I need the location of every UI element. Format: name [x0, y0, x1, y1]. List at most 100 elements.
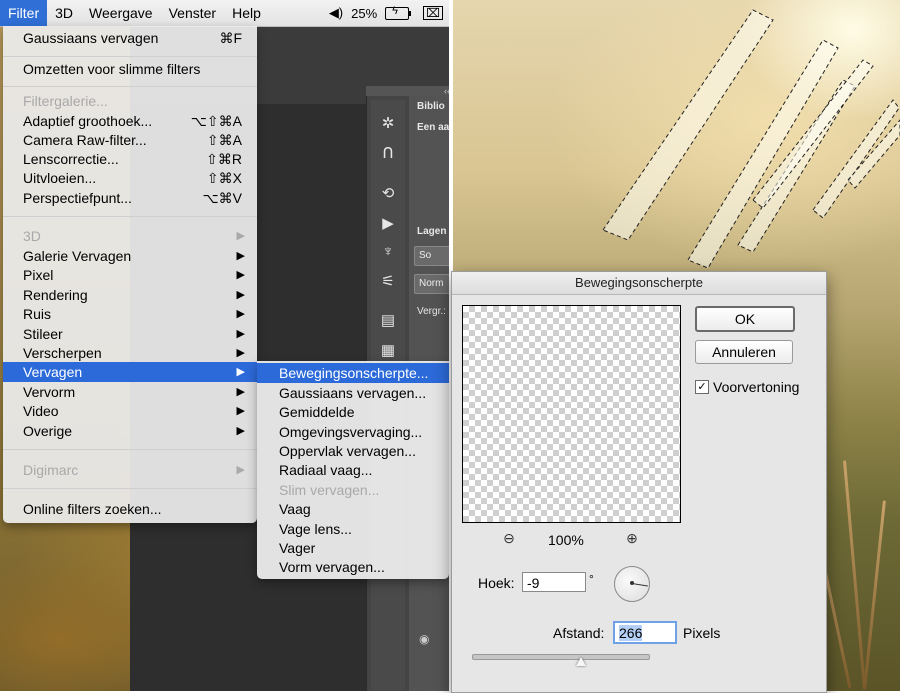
menu-item-perspectiefpunt[interactable]: Perspectiefpunt... ⌥⌘V: [3, 188, 257, 208]
menu-item-ruis[interactable]: Ruis ▶: [3, 304, 257, 324]
volume-icon[interactable]: ◀): [329, 5, 343, 21]
menu-item-label: Radiaal vaag...: [279, 462, 373, 478]
menu-item-gaussiaans-vervagen[interactable]: Gaussiaans vervagen ⌘F: [3, 28, 257, 48]
submenu-arrow-icon: ▶: [236, 328, 245, 340]
submenu-arrow-icon: ▶: [236, 308, 245, 320]
menu-venster[interactable]: Venster: [161, 0, 224, 26]
menu-help[interactable]: Help: [224, 0, 269, 26]
blur-preview[interactable]: [462, 305, 681, 523]
submenu-item-vage-lens[interactable]: Vage lens...: [257, 519, 449, 539]
menu-item-label: Stileer: [23, 326, 63, 342]
submenu-arrow-icon: ▶: [236, 425, 245, 437]
menu-item-label: Online filters zoeken...: [23, 501, 162, 517]
distance-slider-thumb[interactable]: [576, 657, 587, 666]
zoom-out-icon[interactable]: ⊖: [499, 530, 519, 548]
menu-item-label: Uitvloeien...: [23, 170, 97, 186]
menu-item-galerie-vervagen[interactable]: Galerie Vervagen ▶: [3, 246, 257, 266]
layers-panel-title[interactable]: Lagen: [417, 226, 449, 237]
photoshop-window: ‹‹ ✲ ꓵ ⟲ ▶ ♆ ⚟ ▤ ▦ Biblio Een aa Lagen S…: [0, 0, 449, 691]
menu-item-video[interactable]: Video ▶: [3, 401, 257, 421]
tool-presets-icon[interactable]: ♆: [371, 236, 405, 266]
menu-item-omzetten-slimme-filters[interactable]: Omzetten voor slimme filters: [3, 59, 257, 79]
menu-item-lenscorrectie[interactable]: Lenscorrectie... ⇧⌘R: [3, 149, 257, 169]
menu-item-label: Omzetten voor slimme filters: [23, 61, 201, 77]
menu-item-label: Slim vervagen...: [279, 482, 380, 498]
libraries-panel-text: Een aa: [417, 122, 449, 133]
menu-item-uitvloeien[interactable]: Uitvloeien... ⇧⌘X: [3, 168, 257, 188]
dialog-title[interactable]: Bewegingsonscherpte: [452, 272, 826, 295]
submenu-item-gaussiaans-vervagen[interactable]: Gaussiaans vervagen...: [257, 383, 449, 403]
battery-icon[interactable]: ϟ: [385, 5, 412, 20]
submenu-item-gemiddelde[interactable]: Gemiddelde: [257, 402, 449, 422]
menu-filter[interactable]: Filter: [0, 0, 48, 26]
ok-button[interactable]: OK: [695, 306, 795, 332]
submenu-item-vaag[interactable]: Vaag: [257, 499, 449, 519]
menu-item-overige[interactable]: Overige ▶: [3, 421, 257, 441]
actions-play-icon[interactable]: ▶: [371, 208, 405, 238]
distance-slider-track[interactable]: [472, 654, 650, 660]
menu-item-camera-raw-filter[interactable]: Camera Raw-filter... ⇧⌘A: [3, 130, 257, 150]
menu-item-online-filters[interactable]: Online filters zoeken...: [3, 499, 257, 519]
submenu-item-vager[interactable]: Vager: [257, 538, 449, 558]
blend-mode-dropdown[interactable]: Norm: [414, 274, 449, 294]
angle-dial-needle: [631, 583, 648, 587]
submenu-item-vorm-vervagen[interactable]: Vorm vervagen...: [257, 557, 449, 577]
submenu-arrow-icon: ▶: [236, 366, 245, 378]
menu-item-label: Vager: [279, 540, 316, 556]
vervagen-submenu: Bewegingsonscherpte... Gaussiaans vervag…: [257, 361, 449, 579]
menu-item-label: Video: [23, 403, 59, 419]
brushes-icon[interactable]: ꓵ: [371, 138, 405, 168]
menu-item-label: Gaussiaans vervagen...: [279, 385, 427, 401]
menu-item-label: Oppervlak vervagen...: [279, 443, 416, 459]
zoom-level: 100%: [548, 532, 584, 548]
preview-checkbox[interactable]: ✓: [695, 380, 709, 394]
menu-item-label: Adaptief groothoek...: [23, 113, 153, 129]
cancel-button[interactable]: Annuleren: [695, 340, 793, 364]
submenu-item-omgevingsvervaging[interactable]: Omgevingsvervaging...: [257, 422, 449, 442]
submenu-item-radiaal-vaag[interactable]: Radiaal vaag...: [257, 460, 449, 480]
filter-menu: Gaussiaans vervagen ⌘F Omzetten voor sli…: [3, 26, 257, 523]
angle-dial[interactable]: [614, 566, 650, 602]
menu-item-adaptief-groothoek[interactable]: Adaptief groothoek... ⌥⇧⌘A: [3, 111, 257, 131]
menu-separator: [3, 488, 257, 489]
menu-item-label: Verscherpen: [23, 345, 102, 361]
history-icon[interactable]: ⟲: [371, 178, 405, 208]
submenu-item-slim-vervagen: Slim vervagen...: [257, 480, 449, 500]
menu-item-pixel[interactable]: Pixel ▶: [3, 265, 257, 285]
libraries-panel-title[interactable]: Biblio: [417, 101, 449, 112]
brush-settings-icon[interactable]: ✲: [371, 108, 405, 138]
menu-separator: [3, 86, 257, 87]
submenu-arrow-icon: ▶: [236, 250, 245, 262]
zoom-in-icon[interactable]: ⊕: [622, 530, 642, 548]
submenu-arrow-icon: ▶: [236, 386, 245, 398]
menu-3d[interactable]: 3D: [47, 0, 81, 26]
menu-item-stileer[interactable]: Stileer ▶: [3, 324, 257, 344]
menu-item-label: Omgevingsvervaging...: [279, 424, 423, 440]
menu-item-label: Vage lens...: [279, 521, 352, 537]
layer-filter-dropdown[interactable]: So: [414, 246, 449, 266]
menu-weergave[interactable]: Weergave: [81, 0, 161, 26]
shortcut-label: ⇧⌘R: [206, 151, 242, 167]
properties-icon[interactable]: ▤: [371, 305, 405, 335]
distance-unit: Pixels: [683, 625, 721, 641]
menu-item-verscherpen[interactable]: Verscherpen ▶: [3, 343, 257, 363]
menu-item-label: Lenscorrectie...: [23, 151, 119, 167]
collapse-panels-icon[interactable]: ‹‹: [366, 86, 449, 96]
menu-item-label: Vervorm: [23, 384, 76, 400]
angle-input[interactable]: -9: [522, 572, 586, 592]
adjustments-icon[interactable]: ⚟: [371, 266, 405, 296]
submenu-item-bewegingsonscherpte[interactable]: Bewegingsonscherpte...: [257, 363, 449, 383]
screen-icon[interactable]: ⌧: [423, 6, 443, 20]
submenu-item-oppervlak-vervagen[interactable]: Oppervlak vervagen...: [257, 441, 449, 461]
menu-item-rendering[interactable]: Rendering ▶: [3, 285, 257, 305]
battery-percentage: 25%: [351, 5, 378, 21]
menu-item-vervorm[interactable]: Vervorm ▶: [3, 382, 257, 402]
shortcut-label: ⌥⌘V: [202, 190, 242, 206]
submenu-arrow-icon: ▶: [236, 230, 245, 242]
eye-icon[interactable]: ◉: [419, 632, 429, 646]
preview-checkbox-row[interactable]: ✓ Voorvertoning: [695, 379, 799, 395]
menu-item-vervagen[interactable]: Vervagen ▶: [3, 362, 257, 382]
motion-blur-dialog: Bewegingsonscherpte ⊖ 100% ⊕ OK Annulere…: [451, 271, 827, 693]
menu-item-label: Perspectiefpunt...: [23, 190, 132, 206]
distance-input[interactable]: 266: [613, 621, 677, 644]
